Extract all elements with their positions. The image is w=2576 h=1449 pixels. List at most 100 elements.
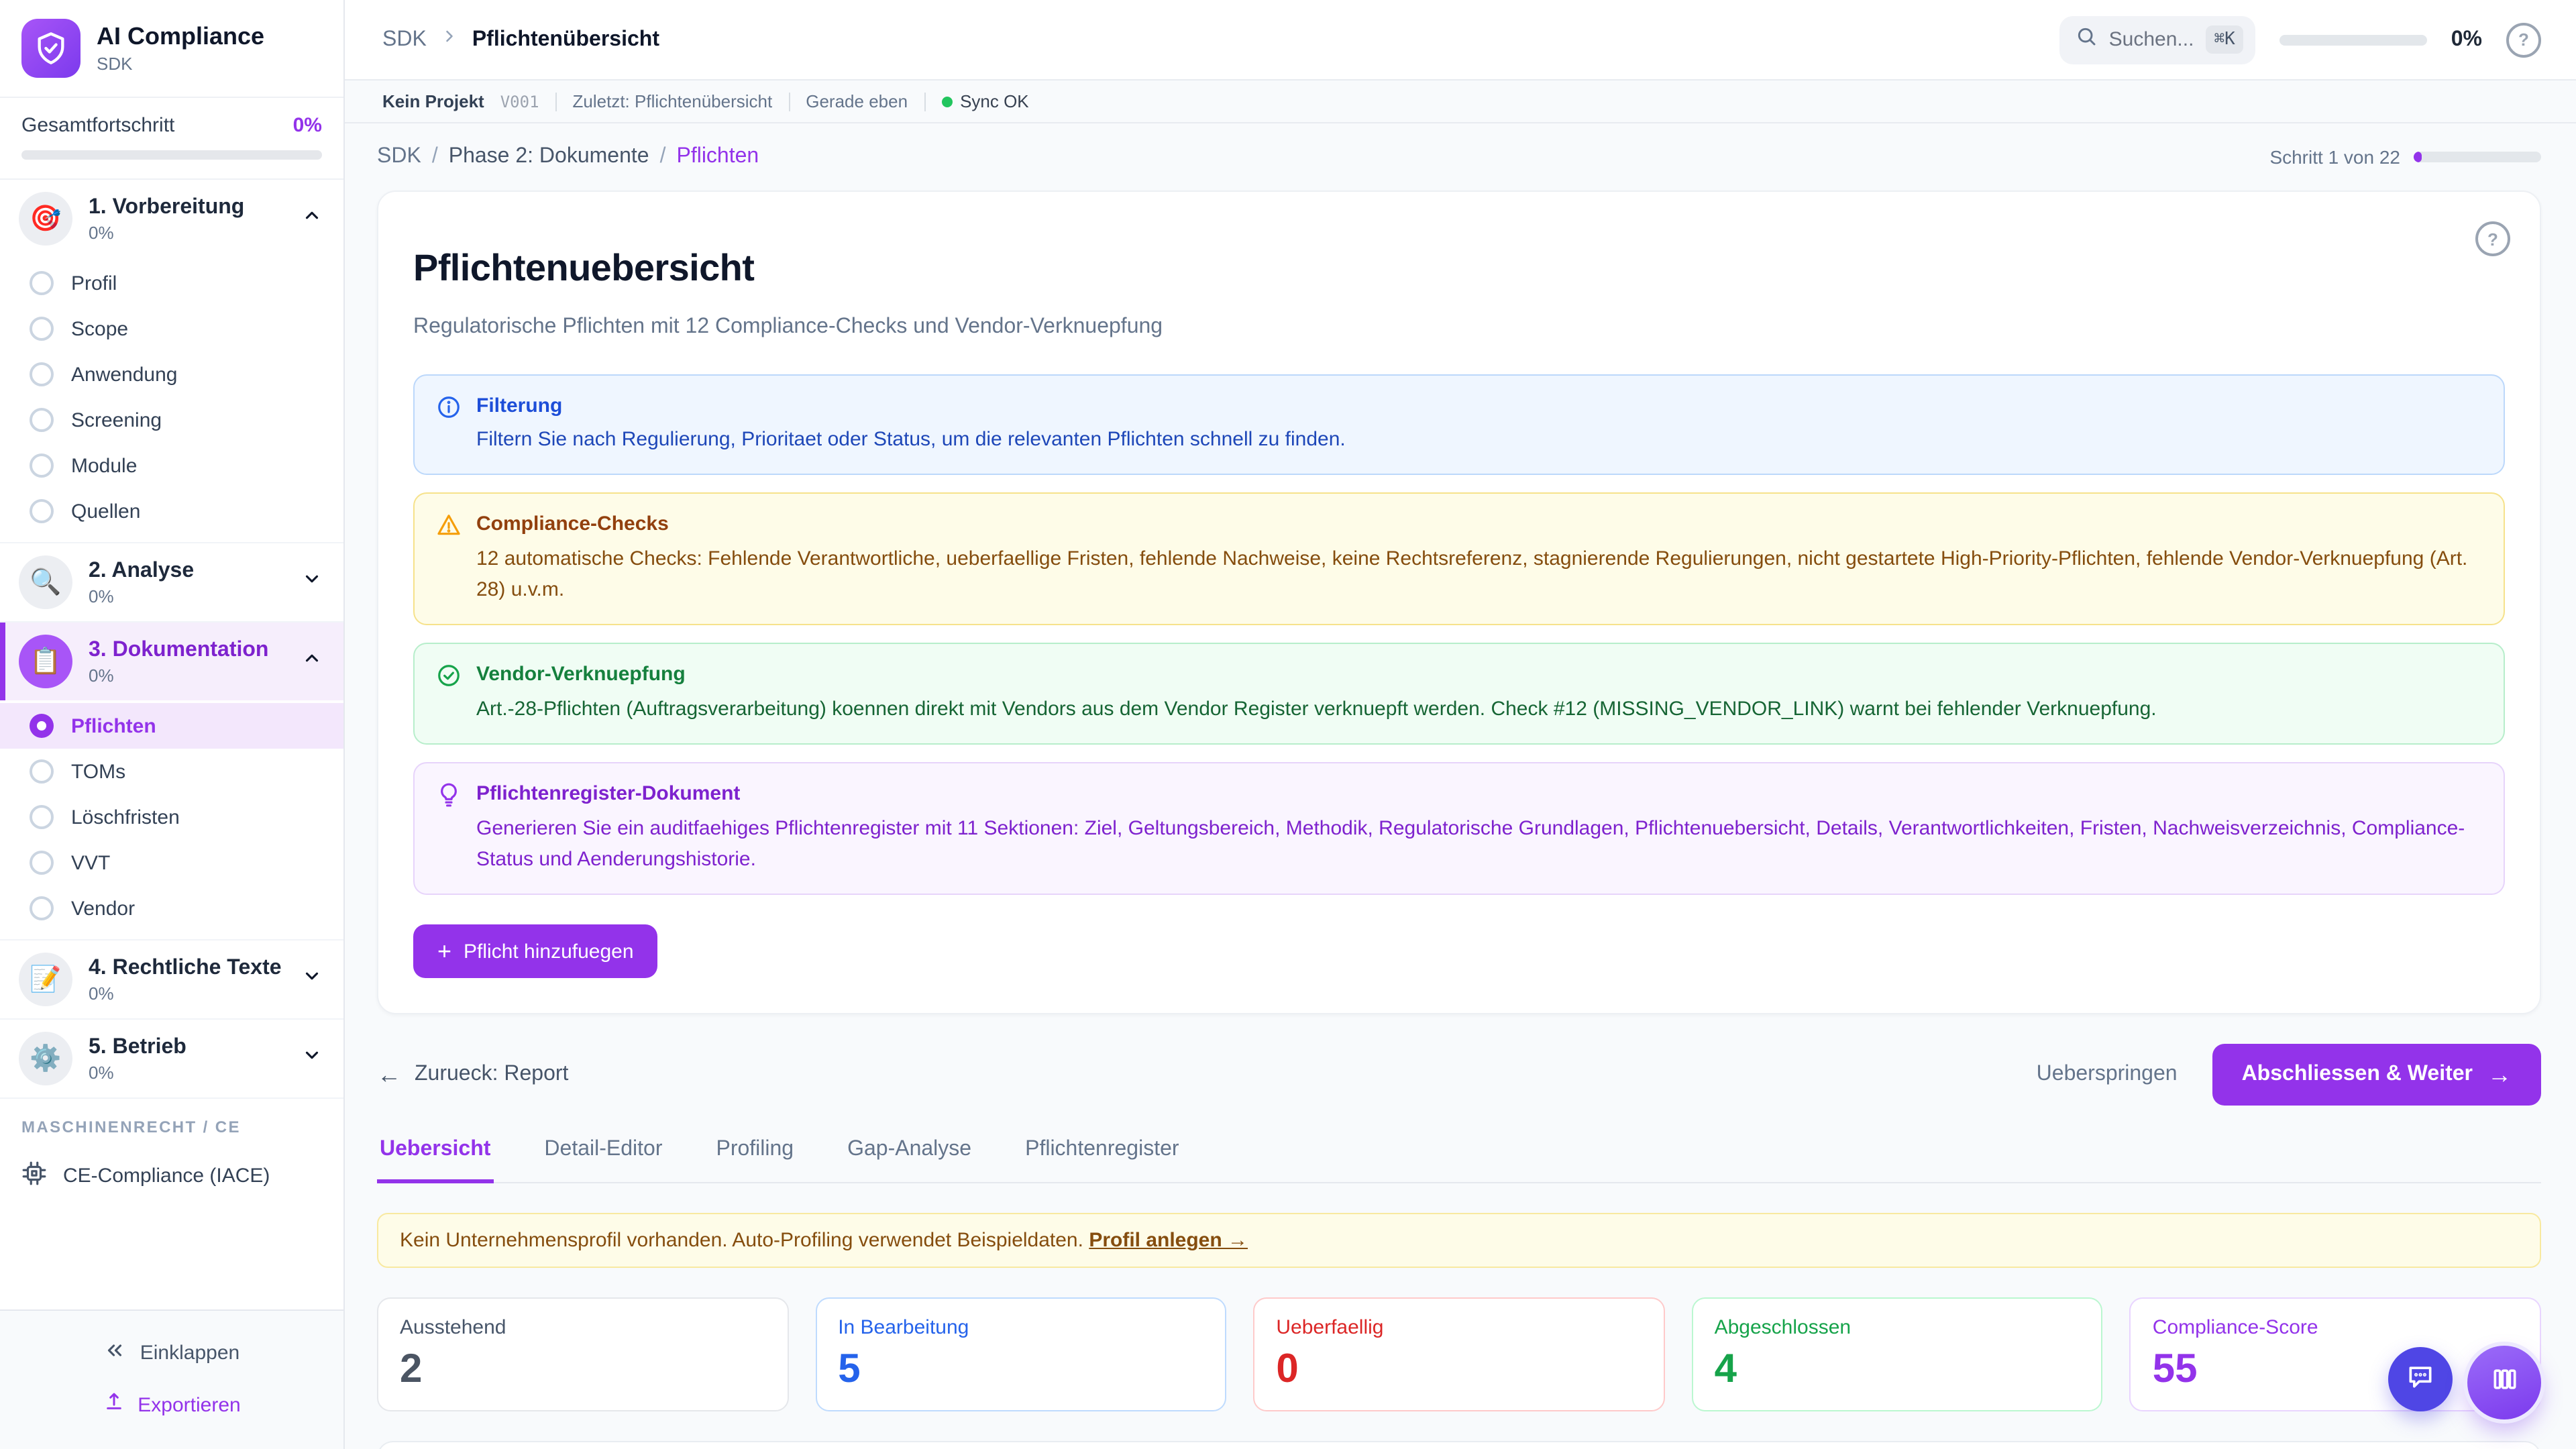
sync-status: Sync OK — [941, 91, 1029, 111]
radio-icon — [30, 851, 54, 875]
sidebar-item-screening[interactable]: Screening — [0, 397, 343, 443]
breadcrumb-current: Pflichtenübersicht — [472, 28, 659, 52]
radio-icon — [30, 408, 54, 432]
app-title: AI Compliance — [97, 23, 264, 50]
sidebar-section-analyse[interactable]: 🔍 2. Analyse 0% — [0, 542, 343, 621]
section-progress: 0% — [89, 223, 286, 243]
clipboard-icon: 📋 — [19, 635, 72, 688]
search-icon — [2076, 25, 2097, 54]
sidebar-item-module[interactable]: Module — [0, 443, 343, 488]
stat-card-abgeschlossen: Abgeschlossen 4 — [1692, 1297, 2103, 1411]
tab-detail-editor[interactable]: Detail-Editor — [541, 1138, 665, 1182]
breadcrumb-root[interactable]: SDK — [382, 28, 427, 52]
back-link[interactable]: ← Zurueck: Report — [377, 1063, 568, 1087]
sidebar-item-ce-compliance[interactable]: CE-Compliance (IACE) — [0, 1147, 343, 1205]
cpu-chip-icon — [21, 1161, 47, 1191]
radio-icon — [30, 362, 54, 386]
lightbulb-icon — [436, 782, 462, 814]
sidebar-item-pflichten[interactable]: Pflichten — [0, 703, 343, 749]
project-name: Kein Projekt — [382, 91, 484, 111]
sync-ok-dot — [941, 96, 952, 107]
info-box-compliance-checks: Compliance-Checks 12 automatische Checks… — [413, 493, 2505, 626]
chevron-up-icon[interactable] — [302, 648, 322, 675]
memo-pencil-icon: 📝 — [19, 953, 72, 1006]
overall-progress-value: 0% — [293, 114, 322, 137]
chevron-up-icon[interactable] — [302, 205, 322, 232]
sidebar-nav: 🎯 1. Vorbereitung 0% Profil Scope Anwend… — [0, 180, 343, 1309]
export-button[interactable]: Exportieren — [0, 1379, 343, 1430]
sidebar-section-betrieb[interactable]: ⚙️ 5. Betrieb 0% — [0, 1018, 343, 1097]
app-subtitle: SDK — [97, 54, 264, 74]
stat-card-in-bearbeitung: In Bearbeitung 5 — [815, 1297, 1226, 1411]
last-step-label: Zuletzt: Pflichtenübersicht — [573, 91, 773, 111]
sidebar-item-scope[interactable]: Scope — [0, 306, 343, 352]
info-box-vendor-verknuepfung: Vendor-Verknuepfung Art.-28-Pflichten (A… — [413, 643, 2505, 745]
page-content: SDK / Phase 2: Dokumente / Pflichten Sch… — [345, 123, 2576, 1449]
card-help-icon[interactable]: ? — [2475, 221, 2510, 256]
overall-progress: Gesamtfortschritt 0% — [0, 98, 343, 180]
gear-icon: ⚙️ — [19, 1032, 72, 1085]
top-header: SDK Pflichtenübersicht Suchen... ⌘K 0% ? — [345, 0, 2576, 80]
tab-bar: Uebersicht Detail-Editor Profiling Gap-A… — [377, 1138, 2541, 1183]
radio-selected-icon — [30, 714, 54, 738]
columns-fab-button[interactable] — [2467, 1346, 2541, 1419]
pflichten-card: ? Pflichtenuebersicht Regulatorische Pfl… — [377, 191, 2541, 1014]
skip-button[interactable]: Ueberspringen — [2037, 1063, 2178, 1087]
header-progress-value: 0% — [2451, 28, 2482, 52]
page-breadcrumb-phase[interactable]: Phase 2: Dokumente — [449, 145, 649, 169]
sidebar-section-dokumentation[interactable]: 📋 3. Dokumentation 0% — [0, 621, 343, 700]
search-input[interactable]: Suchen... ⌘K — [2059, 15, 2255, 64]
create-profile-link[interactable]: Profil anlegen → — [1089, 1229, 1248, 1252]
sidebar-item-loeschfristen[interactable]: Löschfristen — [0, 794, 343, 840]
search-shortcut-badge: ⌘K — [2206, 25, 2243, 54]
chevron-down-icon[interactable] — [302, 966, 322, 993]
double-chevron-left-icon — [104, 1339, 127, 1367]
help-icon[interactable]: ? — [2506, 22, 2541, 57]
add-pflicht-button[interactable]: + Pflicht hinzufuegen — [413, 924, 658, 978]
chevron-down-icon[interactable] — [302, 1045, 322, 1072]
profile-warning-banner: Kein Unternehmensprofil vorhanden. Auto-… — [377, 1213, 2541, 1268]
chat-fab-button[interactable] — [2388, 1347, 2453, 1411]
upload-icon — [103, 1391, 124, 1418]
radio-icon — [30, 896, 54, 920]
search-placeholder: Suchen... — [2109, 28, 2194, 51]
sidebar-item-profil[interactable]: Profil — [0, 260, 343, 306]
sidebar-item-anwendung[interactable]: Anwendung — [0, 352, 343, 397]
step-progress: Schritt 1 von 22 — [2269, 146, 2541, 168]
main-area: SDK Pflichtenübersicht Suchen... ⌘K 0% ?… — [345, 0, 2576, 1449]
arrow-right-icon: → — [2487, 1063, 2512, 1087]
sidebar-item-vvt[interactable]: VVT — [0, 840, 343, 885]
tab-pflichtenregister[interactable]: Pflichtenregister — [1022, 1138, 1181, 1182]
page-breadcrumb: SDK / Phase 2: Dokumente / Pflichten — [377, 145, 759, 169]
tab-uebersicht[interactable]: Uebersicht — [377, 1138, 493, 1183]
chevron-down-icon[interactable] — [302, 569, 322, 596]
section-title: 1. Vorbereitung — [89, 195, 286, 220]
sidebar-section-vorbereitung[interactable]: 🎯 1. Vorbereitung 0% — [0, 180, 343, 258]
sidebar-item-toms[interactable]: TOMs — [0, 749, 343, 794]
last-saved-time: Gerade eben — [806, 91, 908, 111]
stats-row: Ausstehend 2 In Bearbeitung 5 Ueberfaell… — [377, 1297, 2541, 1411]
sidebar-item-quellen[interactable]: Quellen — [0, 488, 343, 534]
status-bar: Kein Projekt V001 Zuletzt: Pflichtenüber… — [345, 80, 2576, 123]
sidebar-group-label: MASCHINENRECHT / CE — [0, 1097, 343, 1147]
step-progress-bar — [2414, 152, 2541, 162]
shield-check-icon — [21, 19, 80, 78]
target-icon: 🎯 — [19, 192, 72, 246]
finish-next-button[interactable]: Abschliessen & Weiter → — [2212, 1044, 2541, 1106]
version-badge: V001 — [500, 92, 539, 111]
radio-icon — [30, 759, 54, 784]
check-circle-icon — [436, 663, 462, 696]
magnifier-icon: 🔍 — [19, 555, 72, 609]
radio-icon — [30, 805, 54, 829]
page-breadcrumb-root[interactable]: SDK — [377, 145, 421, 169]
info-box-filterung: Filterung Filtern Sie nach Regulierung, … — [413, 374, 2505, 476]
app-root: AI Compliance SDK Gesamtfortschritt 0% 🎯… — [0, 0, 2576, 1449]
tab-gap-analyse[interactable]: Gap-Analyse — [845, 1138, 974, 1182]
step-label: Schritt 1 von 22 — [2269, 146, 2400, 168]
collapse-sidebar-button[interactable]: Einklappen — [0, 1327, 343, 1379]
sidebar-item-vendor[interactable]: Vendor — [0, 885, 343, 931]
header-progress-bar — [2279, 34, 2427, 45]
tab-profiling[interactable]: Profiling — [713, 1138, 796, 1182]
columns-icon — [2489, 1364, 2519, 1401]
sidebar-section-rechtliche-texte[interactable]: 📝 4. Rechtliche Texte 0% — [0, 939, 343, 1018]
